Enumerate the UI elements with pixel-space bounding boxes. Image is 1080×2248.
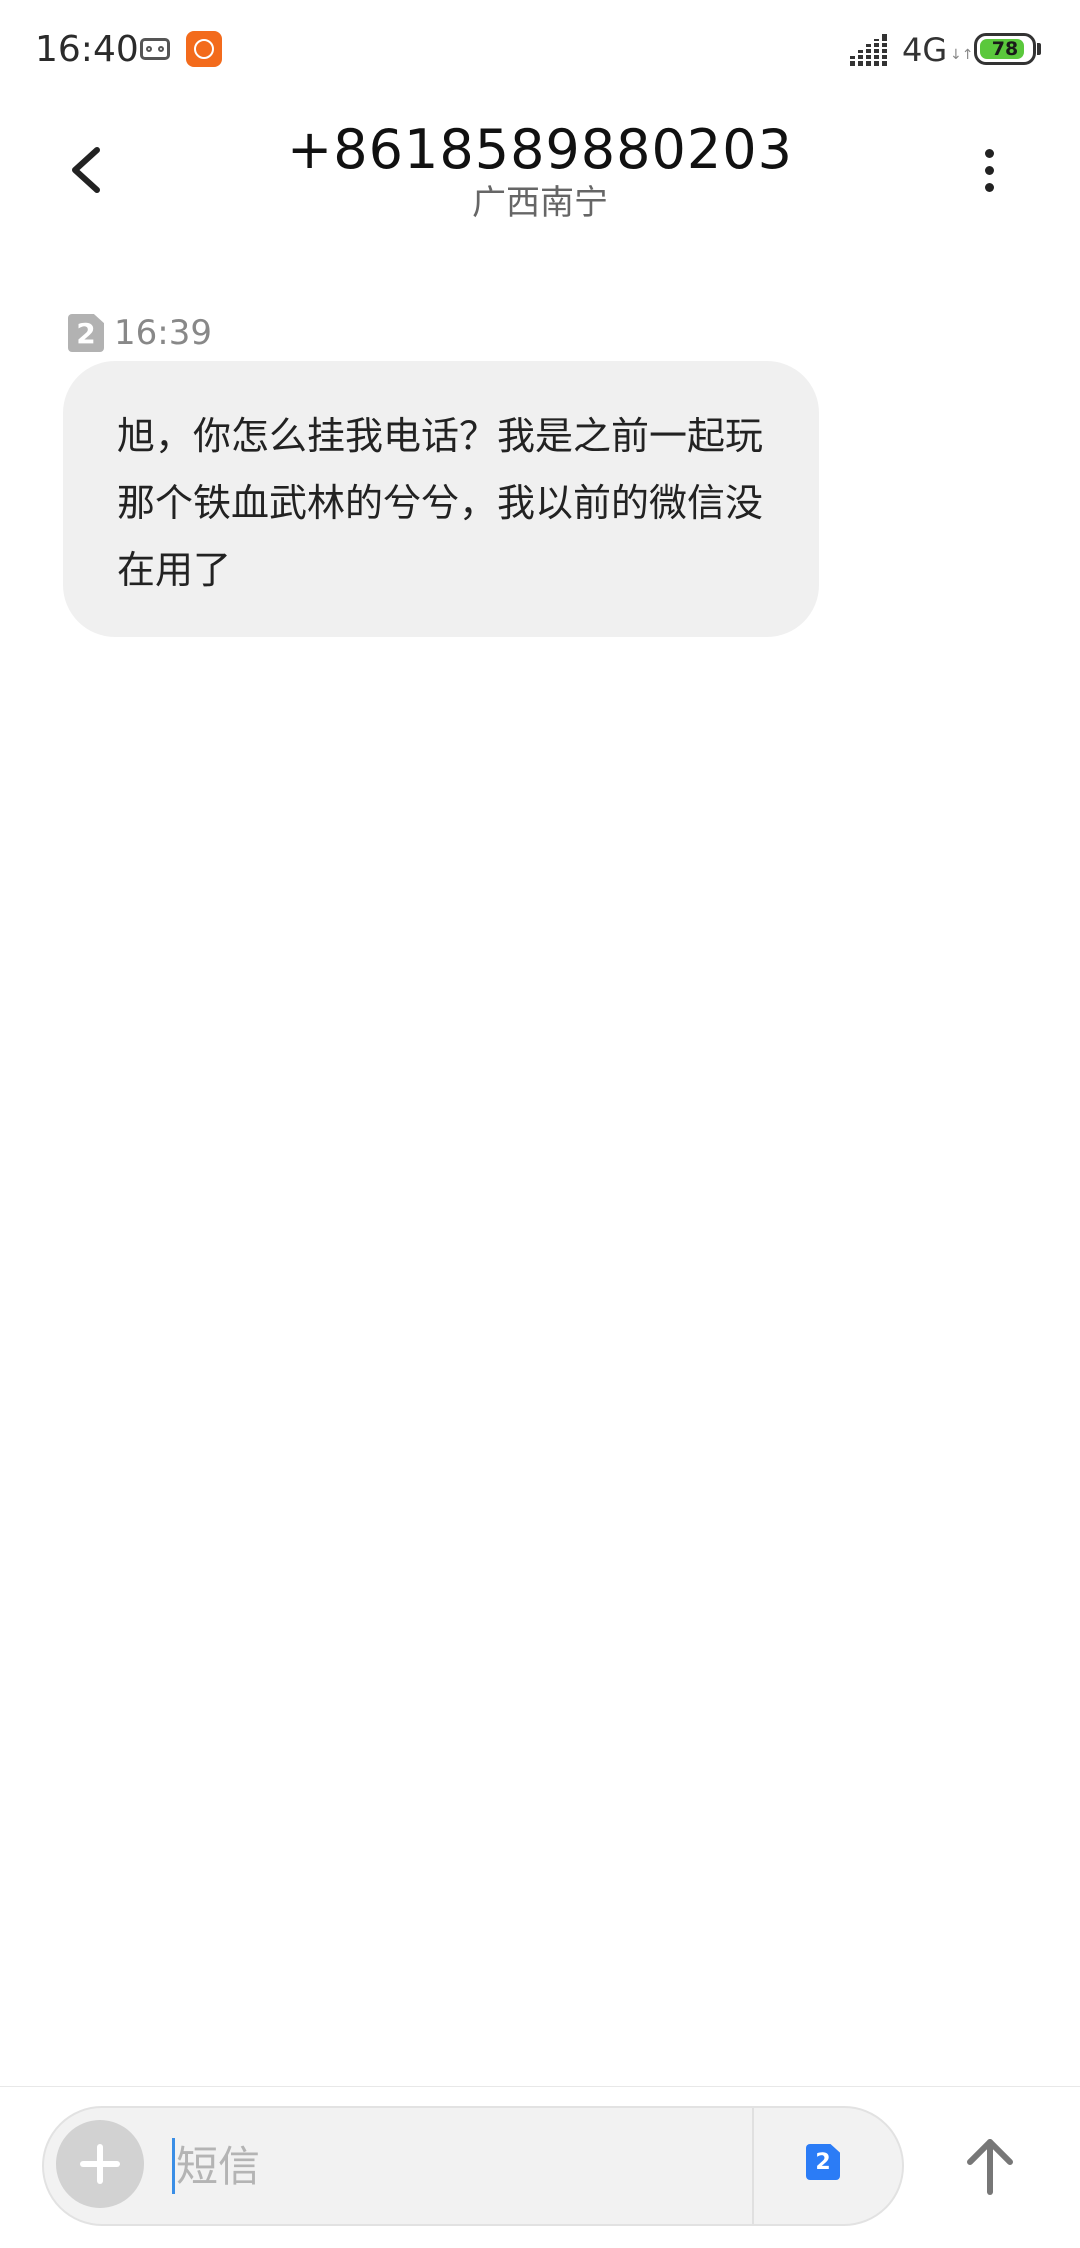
status-time: 16:40: [35, 29, 139, 70]
battery-nub: [1037, 43, 1041, 55]
back-button[interactable]: [55, 130, 125, 210]
composer-separator: [752, 2108, 754, 2224]
send-arrow-icon: [967, 2139, 1013, 2195]
composer-divider: [0, 2086, 1080, 2087]
back-arrow-icon: [72, 147, 100, 193]
incoming-message-bubble[interactable]: 旭，你怎么挂我电话？我是之前一起玩那个铁血武林的兮兮，我以前的微信没在用了: [63, 361, 819, 637]
sim-select-button[interactable]: 2: [806, 2144, 840, 2180]
contact-number: +8618589880203: [287, 118, 793, 181]
signal-icon: [850, 34, 890, 66]
text-cursor: [172, 2138, 175, 2194]
message-time: 16:39: [114, 313, 212, 353]
battery-level: 78: [991, 38, 1019, 60]
message-text: 旭，你怎么挂我电话？我是之前一起玩那个铁血武林的兮兮，我以前的微信没在用了: [117, 414, 764, 592]
data-activity-icon: ↓↑: [950, 47, 974, 63]
send-button[interactable]: [950, 2126, 1030, 2206]
status-bar: 16:40 4G ↓↑ 78: [0, 0, 1080, 100]
composer: 2: [42, 2106, 904, 2226]
conversation-screen: 16:40 4G ↓↑ 78 +8618589880203 广西南宁 2 16:…: [0, 0, 1080, 2248]
add-attachment-button[interactable]: [56, 2120, 144, 2208]
more-vertical-icon: [985, 149, 994, 158]
conversation-header: +8618589880203 广西南宁: [0, 100, 1080, 250]
more-options-button[interactable]: [965, 135, 1015, 205]
more-vertical-icon: [985, 183, 994, 192]
mi-app-icon: [186, 31, 222, 67]
sms-input[interactable]: [170, 2122, 736, 2210]
voicemail-icon: [140, 38, 170, 60]
sim-card-icon: 2: [68, 314, 104, 352]
battery-icon: 78: [974, 33, 1036, 65]
network-type: 4G: [902, 31, 948, 69]
more-vertical-icon: [985, 166, 994, 175]
contact-location: 广西南宁: [472, 183, 608, 223]
